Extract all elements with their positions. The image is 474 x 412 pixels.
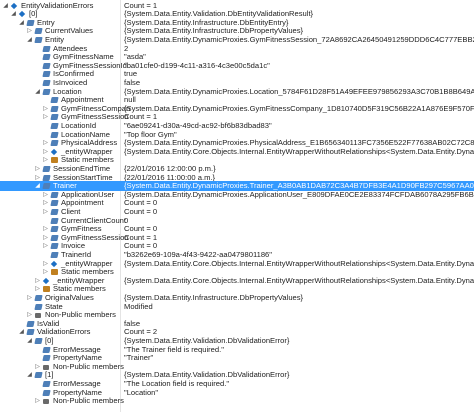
tree-row-name: Non-Public members [53, 396, 124, 406]
property-icon [42, 380, 51, 387]
property-icon [50, 140, 59, 147]
property-icon [34, 337, 43, 344]
property-icon [50, 243, 59, 250]
expand-arrow-icon[interactable]: ▷ [34, 396, 41, 406]
debugger-watch-tree: ◢ EntityValidationErrors Count = 1 ◢ [0] {Sys… [0, 0, 474, 412]
field-icon [18, 10, 26, 18]
lock-icon [43, 399, 49, 405]
property-icon [26, 329, 35, 336]
property-icon [42, 71, 51, 78]
property-icon [50, 200, 59, 207]
property-icon [42, 62, 51, 69]
property-icon [50, 217, 59, 224]
property-icon [50, 208, 59, 215]
property-icon [50, 226, 59, 233]
property-icon [42, 88, 51, 95]
property-icon [42, 174, 51, 181]
static-icon [43, 286, 50, 293]
property-icon [42, 165, 51, 172]
property-icon [50, 234, 59, 241]
static-icon [51, 157, 58, 164]
property-icon [42, 346, 51, 353]
field-icon [50, 148, 58, 155]
property-icon [50, 131, 59, 138]
property-icon [50, 191, 59, 198]
property-icon [42, 54, 51, 61]
field-icon [10, 2, 18, 9]
property-icon [42, 183, 51, 190]
field-icon [50, 260, 58, 267]
property-icon [50, 97, 59, 104]
property-icon [26, 320, 35, 327]
property-icon [50, 122, 59, 129]
tree-row[interactable]: ▷ Non-Public members [0, 396, 474, 406]
property-icon [42, 355, 51, 362]
lock-icon [35, 313, 41, 319]
property-icon [50, 251, 59, 258]
property-icon [26, 19, 35, 26]
property-icon [50, 114, 59, 121]
property-icon [34, 28, 43, 35]
property-icon [42, 45, 51, 52]
property-icon [34, 372, 43, 379]
static-icon [51, 269, 58, 276]
property-icon [34, 36, 43, 43]
field-icon [42, 277, 50, 284]
property-icon [50, 105, 59, 112]
property-icon [42, 79, 51, 86]
property-icon [34, 303, 43, 310]
lock-icon [43, 364, 49, 370]
property-icon [42, 389, 51, 396]
property-icon [34, 294, 43, 301]
